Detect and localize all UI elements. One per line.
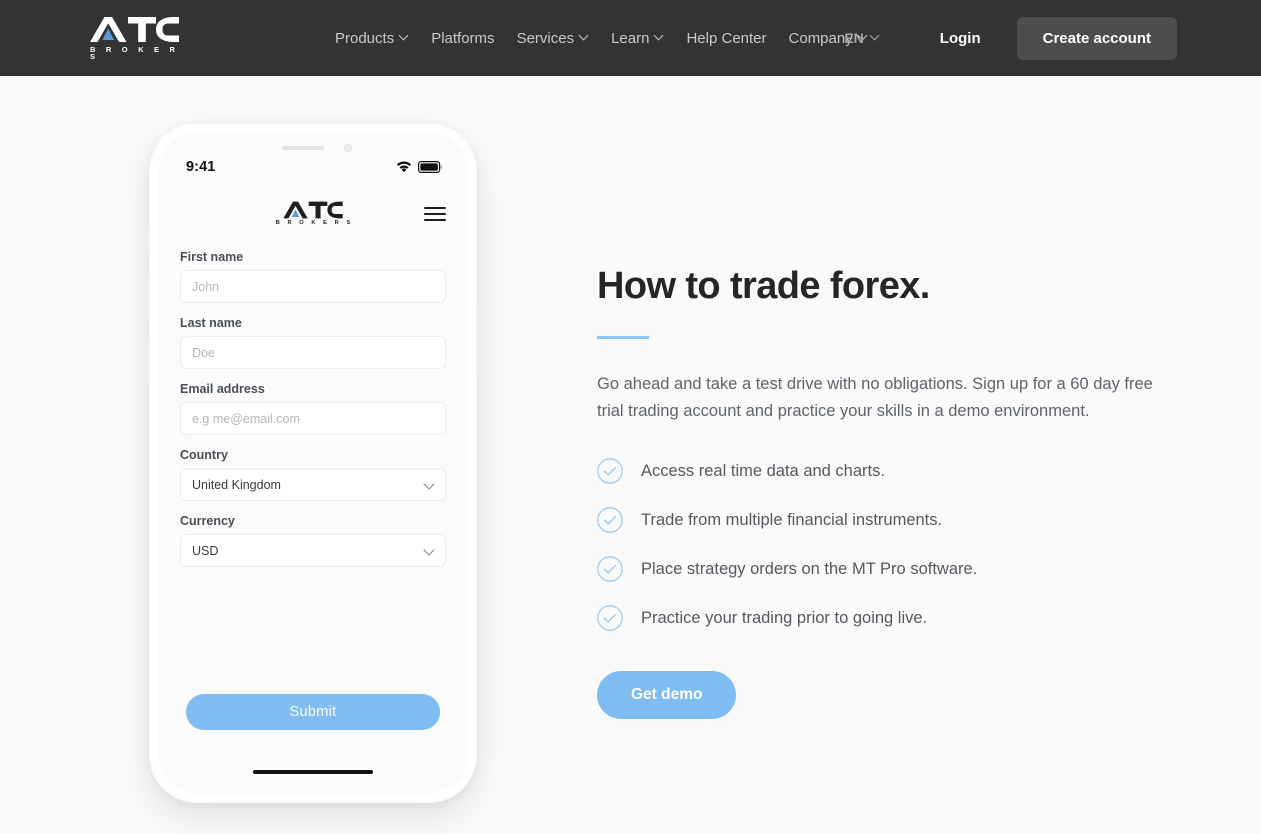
field-label-email-address: Email address xyxy=(180,382,265,396)
country-select[interactable] xyxy=(180,468,446,501)
check-circle-icon xyxy=(597,605,623,632)
list-item: Place strategy orders on the MT Pro soft… xyxy=(597,556,1197,583)
last-name-input[interactable] xyxy=(180,336,446,369)
chevron-down-icon xyxy=(655,32,664,41)
country-select-wrapper xyxy=(180,468,446,501)
checklist-label: Place strategy orders on the MT Pro soft… xyxy=(641,559,978,578)
language-label: EN xyxy=(844,30,864,46)
nav-label: Products xyxy=(335,29,395,47)
hamburger-bar xyxy=(424,207,446,209)
hamburger-bar xyxy=(424,219,446,221)
check-circle-icon xyxy=(597,507,623,534)
login-link[interactable]: Login xyxy=(926,22,995,55)
field-first-name: First name xyxy=(180,250,446,303)
battery-icon xyxy=(418,161,442,173)
header-actions: EN Login Create account xyxy=(834,16,1177,60)
atc-logo-icon xyxy=(90,16,179,42)
phone-screen: 9:41 B R O K E R S First name John Last … xyxy=(158,132,468,794)
atc-logo-icon xyxy=(283,201,343,219)
phone-front-camera-icon xyxy=(344,144,352,152)
phone-home-indicator xyxy=(253,770,373,774)
field-country: Country xyxy=(180,448,446,501)
phone-frame: 9:41 B R O K E R S First name John Last … xyxy=(146,123,480,803)
email-address-input[interactable] xyxy=(180,402,446,435)
checklist-label: Trade from multiple financial instrument… xyxy=(641,510,943,529)
field-label-last-name: Last name xyxy=(180,316,242,330)
field-label-country: Country xyxy=(180,448,228,462)
get-demo-button[interactable]: Get demo xyxy=(597,671,737,720)
main-content: 9:41 B R O K E R S First name John Last … xyxy=(0,76,1261,834)
nav-item-help-center[interactable]: Help Center xyxy=(675,22,777,55)
feature-checklist: Access real time data and charts. Trade … xyxy=(597,458,1197,632)
status-bar-icons xyxy=(396,161,442,173)
wifi-icon xyxy=(396,161,412,173)
checklist-label: Access real time data and charts. xyxy=(641,461,885,480)
phone-brand-logo-subtext: B R O K E R S xyxy=(275,220,354,227)
nav-label: Learn xyxy=(611,29,650,47)
check-circle-icon xyxy=(597,458,623,485)
field-label-first-name: First name xyxy=(180,250,244,264)
phone-brand-logo[interactable]: B R O K E R S xyxy=(273,201,354,227)
list-item: Access real time data and charts. xyxy=(597,458,1197,485)
field-currency: Currency xyxy=(180,514,446,567)
language-selector[interactable]: EN xyxy=(834,22,889,54)
nav-label: Platforms xyxy=(431,29,495,47)
phone-app-header: B R O K E R S xyxy=(158,194,468,234)
page-title: How to trade forex. xyxy=(597,265,930,307)
phone-power-button xyxy=(477,301,480,375)
chevron-down-icon xyxy=(580,32,589,41)
brand-logo[interactable]: B R O K E R S xyxy=(86,16,182,61)
nav-item-products[interactable]: Products xyxy=(324,22,420,55)
check-circle-icon xyxy=(597,556,623,583)
phone-mute-switch xyxy=(146,227,149,253)
phone-status-bar: 9:41 xyxy=(158,157,468,177)
site-header: B R O K E R S Products Platforms Service… xyxy=(0,0,1261,76)
currency-select-wrapper xyxy=(180,534,446,567)
list-item: Practice your trading prior to going liv… xyxy=(597,605,1197,632)
nav-item-learn[interactable]: Learn xyxy=(600,22,675,55)
hamburger-bar xyxy=(424,213,446,215)
field-label-currency: Currency xyxy=(180,514,235,528)
chevron-down-icon xyxy=(400,32,409,41)
status-bar-time: 9:41 xyxy=(186,159,216,175)
nav-item-platforms[interactable]: Platforms xyxy=(420,22,505,55)
create-account-button[interactable]: Create account xyxy=(1016,16,1177,60)
field-last-name: Last name xyxy=(180,316,446,369)
field-email-address: Email address xyxy=(180,382,446,435)
chevron-down-icon xyxy=(871,32,880,41)
phone-speaker-grille-icon xyxy=(282,146,324,150)
list-item: Trade from multiple financial instrument… xyxy=(597,507,1197,534)
first-name-input[interactable] xyxy=(180,270,446,303)
nav-label: Help Center xyxy=(686,29,767,47)
phone-mockup: 9:41 B R O K E R S First name John Last … xyxy=(146,123,480,803)
phone-volume-up-button xyxy=(146,275,149,323)
phone-volume-down-button xyxy=(146,337,149,385)
nav-label: Services xyxy=(516,29,575,47)
currency-select[interactable] xyxy=(180,534,446,567)
title-accent-rule xyxy=(597,335,649,339)
hero-description: Go ahead and take a test drive with no o… xyxy=(597,374,1153,420)
main-navigation: Products Platforms Services Learn Help C… xyxy=(324,22,879,55)
brand-logo-subtext: B R O K E R S xyxy=(90,44,180,61)
checklist-label: Practice your trading prior to going liv… xyxy=(641,608,928,627)
hamburger-menu-icon[interactable] xyxy=(424,203,446,225)
hero-content: How to trade forex. Go ahead and take a … xyxy=(597,265,1197,720)
submit-button[interactable]: Submit xyxy=(186,694,440,730)
nav-item-services[interactable]: Services xyxy=(506,22,601,55)
signup-form: First name Last name Email address Count… xyxy=(180,250,446,580)
